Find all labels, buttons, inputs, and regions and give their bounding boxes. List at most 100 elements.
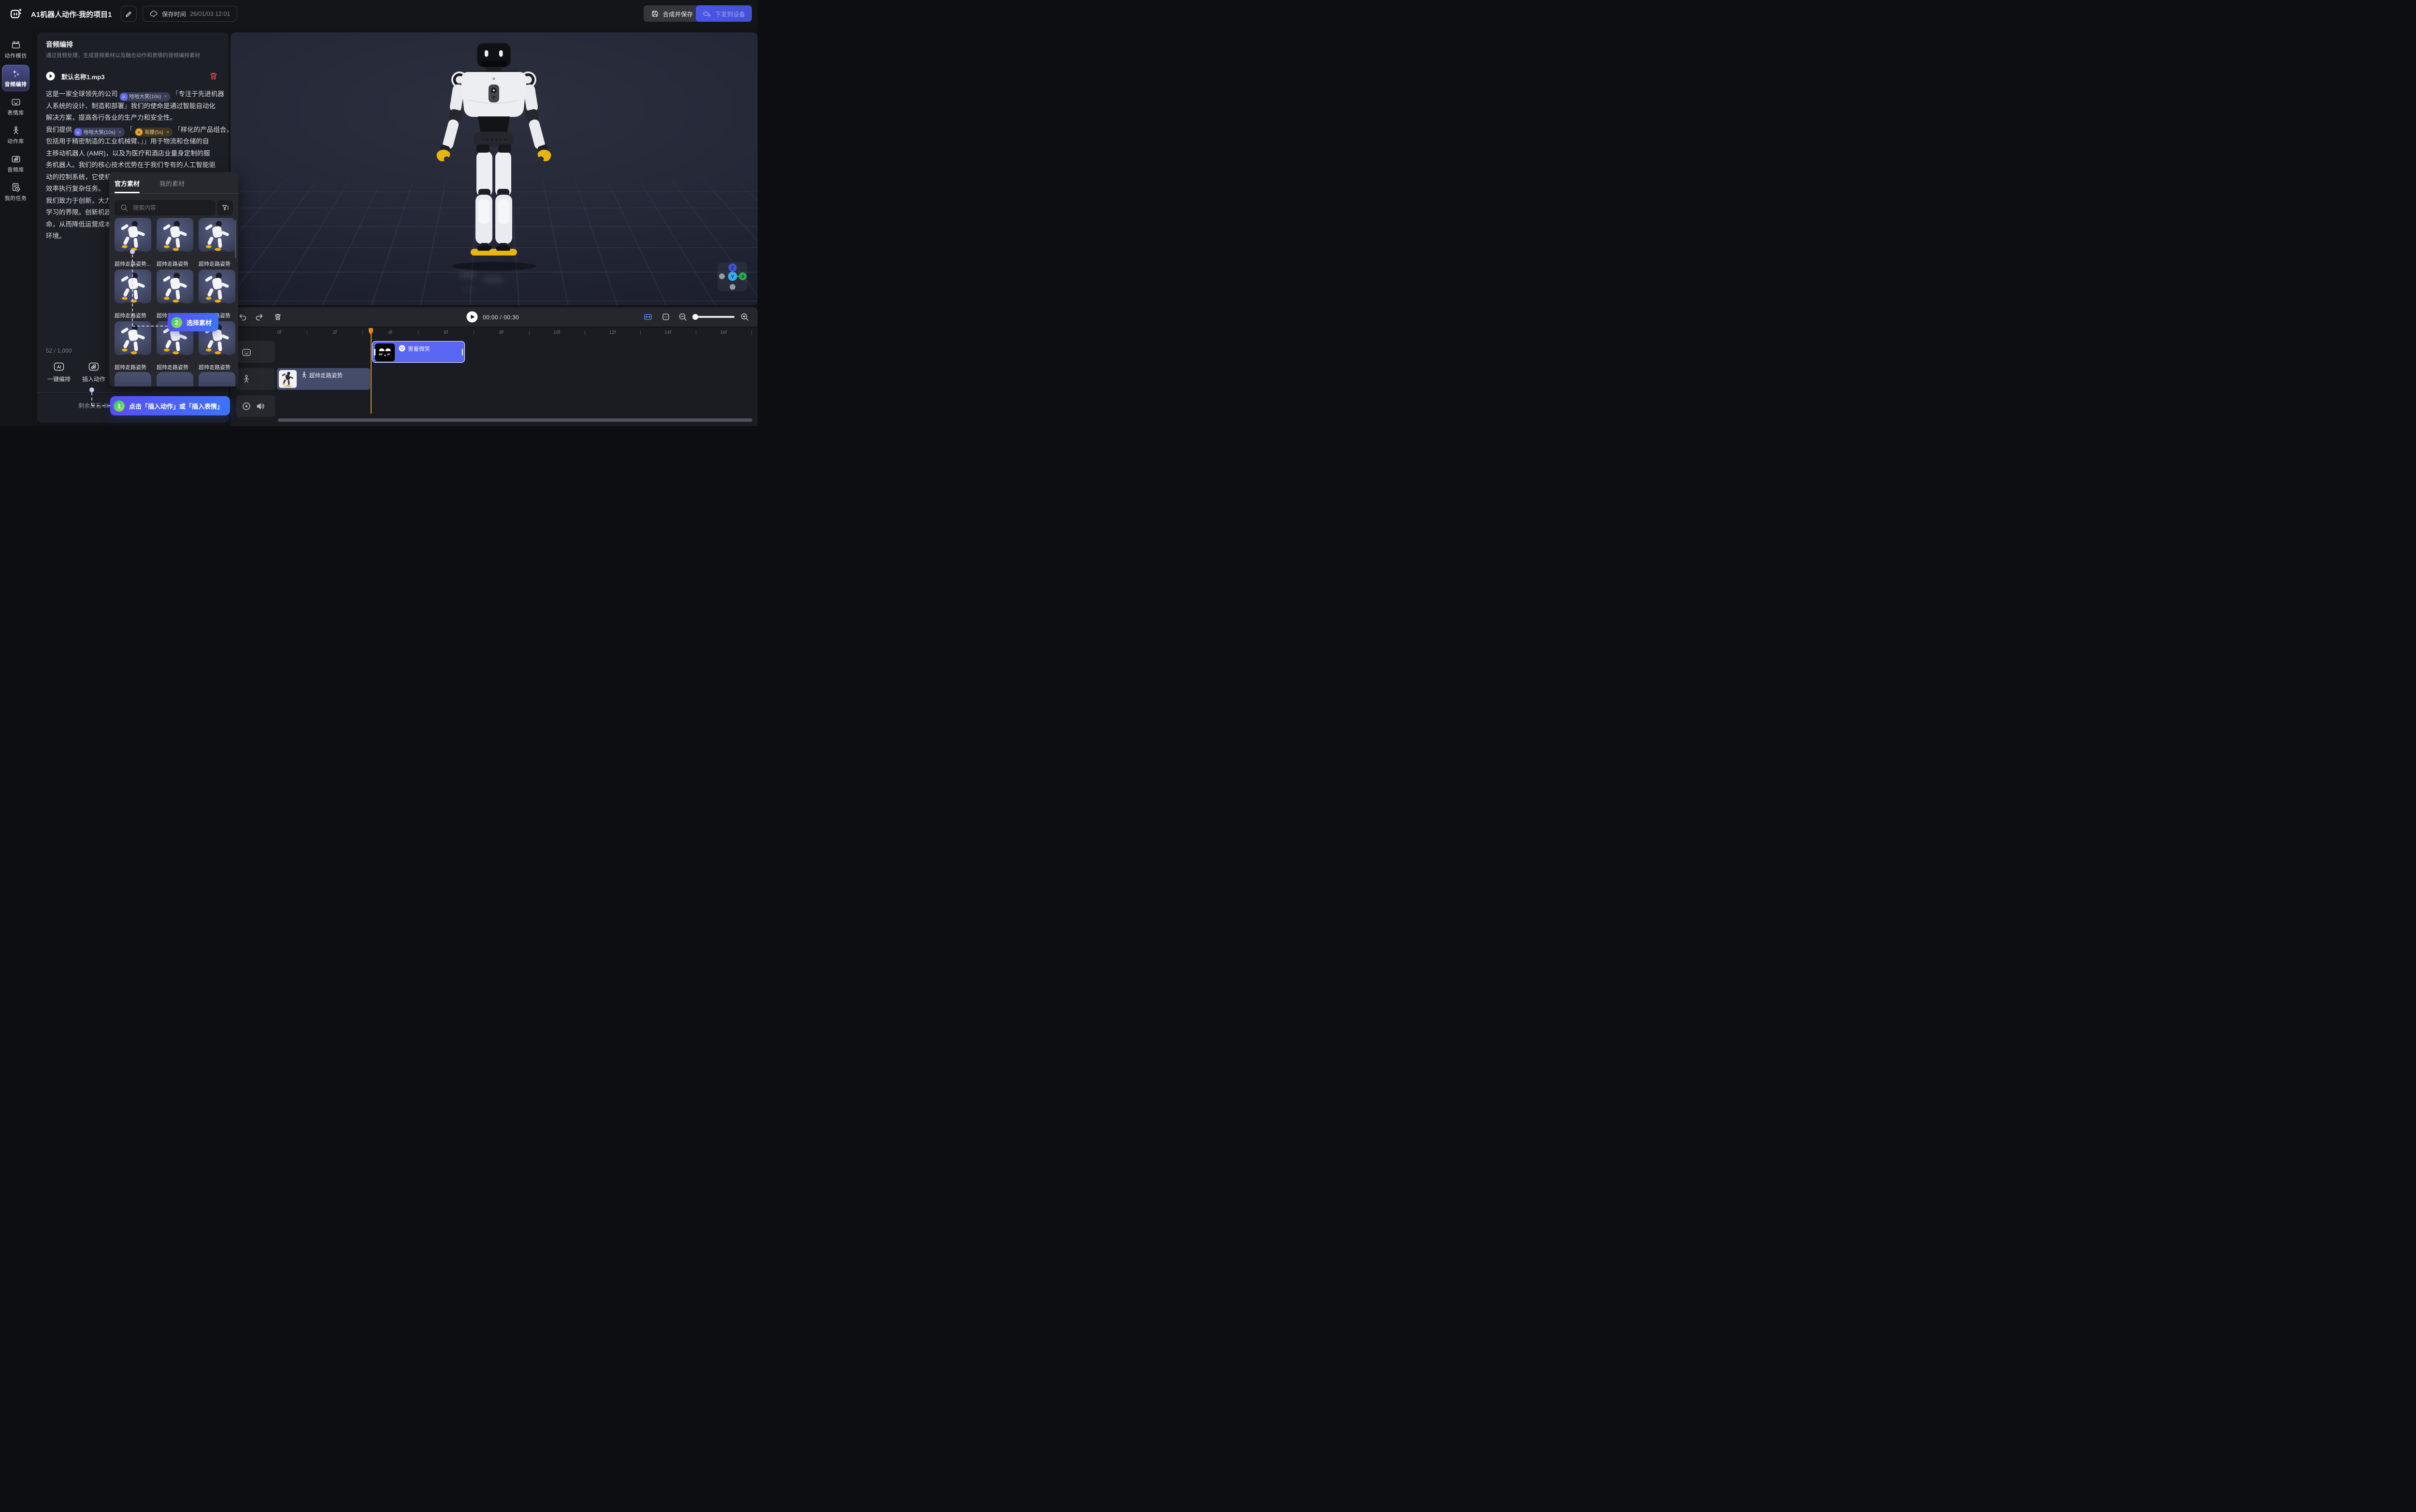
timeline-zoom-slider[interactable]	[693, 316, 734, 318]
material-search[interactable]	[115, 200, 215, 215]
audio-file-name: 默认名称1.mp3	[61, 72, 105, 81]
tab-official-materials[interactable]: 官方素材	[115, 179, 140, 188]
expression-bracket: 「	[126, 126, 133, 133]
editor-text: 我们提供	[46, 126, 72, 133]
audio-file-row: 默认名称1.mp3	[46, 71, 220, 82]
material-thumbnail[interactable]	[115, 270, 151, 303]
audio-track-header[interactable]	[236, 395, 275, 417]
motion-track-header[interactable]	[236, 368, 275, 390]
connector-dot	[130, 249, 135, 254]
volume-icon[interactable]	[256, 401, 265, 411]
material-card[interactable]	[157, 270, 193, 303]
expression-clip[interactable]: 害羞微笑	[372, 341, 465, 363]
panel-title: 音频编排	[46, 40, 73, 49]
material-card-partial[interactable]	[157, 372, 193, 386]
tutorial-step-2[interactable]: 2 选择素材	[168, 313, 218, 331]
tab-my-materials[interactable]: 我的素材	[159, 179, 185, 188]
ruler-label: 0f	[272, 330, 287, 335]
editor-text: 人系统的设计、制造和部署	[46, 102, 124, 110]
material-thumbnail[interactable]	[157, 270, 193, 303]
material-card-label: 超帅走路姿势	[157, 260, 193, 268]
redo-button[interactable]	[255, 313, 264, 321]
delete-audio-icon[interactable]	[209, 71, 218, 80]
sidebar-item-2[interactable]: 音频编排	[2, 65, 29, 91]
expression-track-header[interactable]	[236, 341, 275, 363]
material-card[interactable]	[157, 218, 193, 252]
tutorial-step-1[interactable]: 1 点击「插入动作」或「插入表情」	[110, 396, 230, 415]
fit-timeline-button[interactable]	[644, 313, 652, 321]
expression-tag-icon: ☺	[120, 93, 128, 100]
sidebar-item-5[interactable]: 音频库	[2, 150, 29, 177]
expression-track-icon	[242, 347, 251, 357]
sidebar-item-4[interactable]: 动作库	[2, 122, 29, 148]
material-thumbnail[interactable]	[199, 218, 235, 252]
clip-trim-handle-right[interactable]	[462, 349, 463, 356]
viewport-3d[interactable]: Z X Y	[230, 32, 758, 305]
step-number-badge: 2	[171, 317, 182, 328]
sidebar-item-6[interactable]: 我的任务	[2, 179, 29, 205]
filter-button[interactable]	[217, 200, 233, 215]
editor-text: 务机器人。我们的核心技术优势在于我们专有的人工智能驱	[46, 161, 216, 169]
undo-button[interactable]	[238, 313, 247, 321]
motion-track-icon	[242, 374, 251, 384]
robot-face-icon	[11, 97, 21, 107]
timeline-scrollbar[interactable]	[278, 418, 752, 422]
popup-scrollbar[interactable]	[235, 220, 236, 258]
one-click-arrange-button[interactable]: AI 一键编排	[43, 361, 74, 383]
robot-model[interactable]	[421, 41, 566, 273]
delete-clip-button[interactable]	[273, 313, 282, 321]
floppy-icon	[651, 10, 659, 17]
active-tab-underline	[115, 192, 140, 193]
sidebar-item-label: 动作库	[7, 137, 24, 145]
material-picker-popup: 官方素材 我的素材 超帅走路姿势...超帅走路姿势超帅走路姿势超帅走路姿势超帅走…	[109, 172, 238, 386]
sidebar-item-label: 我的任务	[5, 194, 27, 202]
svg-text:AI: AI	[57, 365, 61, 370]
material-card[interactable]	[115, 218, 151, 252]
editor-line: 解决方案，提高各行各业的生产力和安全性。	[46, 112, 223, 124]
floor-reflection	[461, 287, 478, 292]
app-root: A1机器人动作-我的项目1 保存时间 26/01/03 12:01 合成并保存	[0, 0, 758, 426]
insert-motion-button[interactable]: 插入动作	[78, 361, 109, 383]
expression-tag[interactable]: ☺哈哈大笑(10s)×	[119, 92, 171, 101]
axis-z-label: Z	[731, 266, 734, 271]
motion-clip[interactable]: 超帅走路姿势	[277, 368, 370, 390]
editor-line: 包括用于精密制造的工业机械臂、」」用于物流和仓储的自	[46, 136, 223, 148]
editor-line: 人系统的设计、制造和部署」我们的使命是通过智能自动化	[46, 100, 223, 113]
zoom-slider-knob[interactable]	[692, 314, 698, 320]
connector-line	[132, 326, 168, 327]
expression-clip-label: 害羞微笑	[408, 345, 430, 353]
material-thumbnail[interactable]	[199, 270, 235, 303]
editor-text: 我们的使命是通过智能自动化	[131, 102, 216, 110]
sidebar-item-3[interactable]: 表情库	[2, 93, 29, 120]
material-card-partial[interactable]	[199, 372, 235, 386]
clip-view-button[interactable]	[662, 313, 670, 321]
synthesize-save-label: 合成并保存	[662, 9, 693, 18]
axis-neg-z-dot	[730, 284, 735, 290]
sidebar-item-1[interactable]: 动作模仿	[2, 36, 29, 63]
timeline-play-button[interactable]	[466, 311, 478, 323]
axis-gizmo[interactable]: Z X Y	[718, 262, 748, 291]
panel-divider	[37, 392, 229, 393]
deploy-to-device-button[interactable]: 下发到设备	[696, 5, 752, 22]
zoom-out-button[interactable]	[678, 313, 687, 321]
ruler-label: 16f	[716, 330, 731, 335]
material-thumbnail[interactable]	[157, 218, 193, 252]
material-card-partial[interactable]	[115, 372, 151, 386]
material-thumbnail[interactable]	[115, 218, 151, 252]
ruler-tick	[640, 330, 641, 335]
editor-line: 我们提供☺哈哈大笑(10s)×「✦弯腰(5s)×「样化的产品组合，	[46, 124, 223, 136]
connector-line	[132, 255, 133, 326]
material-card[interactable]	[115, 270, 151, 303]
clip-trim-handle-left[interactable]	[374, 349, 375, 356]
ruler-label: 6f	[439, 330, 453, 335]
rename-project-button[interactable]	[121, 6, 137, 22]
search-input[interactable]	[133, 200, 213, 215]
save-status-icon	[150, 10, 158, 18]
material-card[interactable]	[199, 270, 235, 303]
synthesize-save-button[interactable]: 合成并保存	[644, 5, 701, 22]
zoom-in-button[interactable]	[740, 313, 749, 321]
playhead[interactable]	[369, 328, 373, 414]
audio-play-button[interactable]	[46, 71, 55, 81]
material-card[interactable]	[199, 218, 235, 252]
sidebar-item-label: 动作模仿	[5, 52, 27, 59]
